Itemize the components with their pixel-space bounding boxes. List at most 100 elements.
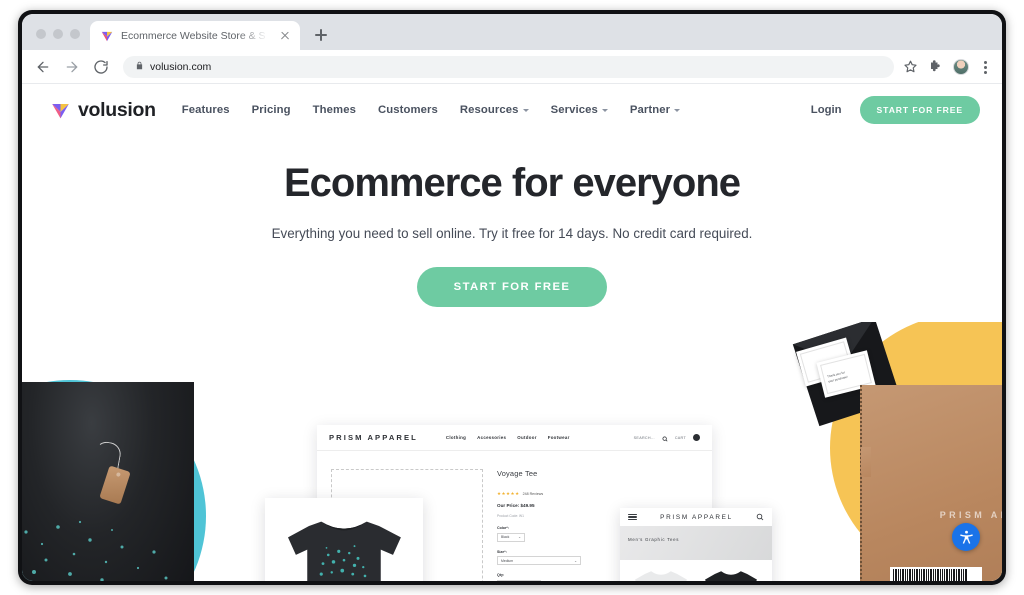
browser-window-frame: Ecommerce Website Store & S volusion.com bbox=[18, 10, 1006, 585]
white-tshirt-illustration bbox=[635, 571, 687, 581]
nav-item-services[interactable]: Services bbox=[551, 104, 608, 116]
volusion-favicon bbox=[100, 29, 114, 43]
tshirt-product-card bbox=[265, 498, 423, 581]
volusion-logo-text: volusion bbox=[78, 98, 156, 121]
back-arrow-icon[interactable] bbox=[30, 54, 56, 80]
hero-artwork: PRISM APPAREL Clothing Accessories Outdo… bbox=[22, 322, 1002, 581]
nav-item-features[interactable]: Features bbox=[182, 104, 230, 116]
kebab-menu-icon[interactable] bbox=[978, 59, 992, 75]
barcode bbox=[890, 567, 982, 581]
volusion-logo[interactable]: volusion bbox=[50, 99, 156, 122]
close-window-button[interactable] bbox=[36, 29, 46, 39]
address-bar-url: volusion.com bbox=[150, 60, 212, 73]
cardboard-shipping-box: PRISM APPARE bbox=[860, 385, 1002, 581]
mockup-qty-input[interactable]: −1 bbox=[497, 579, 541, 581]
new-tab-button[interactable] bbox=[308, 22, 334, 48]
cart-badge-icon bbox=[693, 434, 700, 441]
box-brand-text: PRISM APPARE bbox=[939, 510, 1002, 520]
toolbar-icons bbox=[903, 58, 994, 75]
nav-start-for-free-button[interactable]: START FOR FREE bbox=[859, 96, 980, 124]
lock-icon bbox=[135, 58, 144, 76]
login-link[interactable]: Login bbox=[811, 104, 842, 116]
mockup-nav-footwear[interactable]: Footwear bbox=[548, 435, 570, 440]
puzzle-icon[interactable] bbox=[928, 59, 944, 75]
mockup-product-rating: ★★★★★ 248 Reviews bbox=[497, 482, 698, 500]
close-tab-button[interactable] bbox=[278, 29, 292, 43]
mockup-color-value: Black bbox=[501, 535, 510, 539]
nav-label: Services bbox=[550, 104, 598, 116]
forward-arrow-icon[interactable] bbox=[59, 54, 85, 80]
chevron-down-icon bbox=[601, 108, 608, 112]
nav-label: Features bbox=[181, 104, 230, 116]
mockup-size-select[interactable]: Medium ⌄ bbox=[497, 556, 581, 565]
mobile-mockup-brand: PRISM APPAREL bbox=[660, 513, 733, 521]
accessibility-widget-button[interactable] bbox=[952, 523, 980, 551]
hero-section: Ecommerce for everyone Everything you ne… bbox=[22, 136, 1002, 307]
nav-label: Partner bbox=[629, 104, 671, 116]
address-bar[interactable]: volusion.com bbox=[123, 55, 894, 78]
black-tshirt-illustration bbox=[288, 521, 401, 581]
nav-item-pricing[interactable]: Pricing bbox=[252, 104, 291, 116]
nav-item-themes[interactable]: Themes bbox=[313, 104, 356, 116]
hamburger-menu-icon[interactable] bbox=[628, 513, 637, 521]
mobile-product-item[interactable]: Voyage $49 95 bbox=[699, 567, 763, 581]
black-tshirt-illustration-small bbox=[705, 571, 757, 581]
site-navigation: volusion Features Pricing Themes Custome… bbox=[22, 84, 1002, 136]
mockup-nav-accessories[interactable]: Accessories bbox=[477, 435, 506, 440]
reload-icon[interactable] bbox=[88, 54, 114, 80]
site-nav-links: Features Pricing Themes Customers Resour… bbox=[182, 104, 681, 116]
window-traffic-lights[interactable] bbox=[30, 29, 90, 50]
mobile-mockup-header: PRISM APPAREL bbox=[620, 508, 772, 526]
mobile-store-mockup: PRISM APPAREL Men's Graphic Tees bbox=[620, 508, 772, 581]
search-icon[interactable] bbox=[662, 429, 668, 447]
mockup-store-header-actions: SEARCH... CART bbox=[634, 429, 700, 447]
chevron-down-icon bbox=[522, 108, 529, 112]
nav-label: Customers bbox=[377, 104, 438, 116]
hero-headline: Ecommerce for everyone bbox=[283, 161, 741, 205]
mockup-cart-label[interactable]: CART bbox=[675, 436, 686, 440]
browser-window: Ecommerce Website Store & S volusion.com bbox=[22, 14, 1002, 581]
mockup-product-title: Voyage Tee bbox=[497, 469, 538, 478]
accessibility-icon bbox=[959, 530, 973, 544]
avatar-icon[interactable] bbox=[953, 58, 969, 75]
mobile-mockup-category: Men's Graphic Tees bbox=[628, 537, 680, 542]
mobile-product-item[interactable]: Commuter $49.95 $39.95 bbox=[629, 567, 693, 581]
nav-item-resources[interactable]: Resources bbox=[460, 104, 529, 116]
mobile-mockup-banner: Men's Graphic Tees bbox=[620, 526, 772, 560]
browser-toolbar: volusion.com bbox=[22, 50, 1002, 84]
mockup-review-count: 248 Reviews bbox=[522, 492, 544, 496]
chevron-down-icon: ⌄ bbox=[574, 558, 577, 563]
nav-label: Pricing bbox=[251, 104, 291, 116]
nav-item-partner[interactable]: Partner bbox=[629, 104, 681, 116]
mockup-store-nav: Clothing Accessories Outdoor Footwear bbox=[446, 435, 570, 440]
star-rating-icon: ★★★★★ bbox=[497, 491, 520, 496]
hero-start-for-free-button[interactable]: START FOR FREE bbox=[416, 267, 608, 307]
mockup-nav-clothing[interactable]: Clothing bbox=[446, 435, 466, 440]
screenshot-root: Ecommerce Website Store & S volusion.com bbox=[0, 0, 1024, 595]
search-icon[interactable] bbox=[756, 508, 764, 526]
website-viewport: volusion Features Pricing Themes Custome… bbox=[22, 84, 1002, 581]
mockup-nav-outdoor[interactable]: Outdoor bbox=[517, 435, 536, 440]
mobile-mockup-product-grid: Commuter $49.95 $39.95 bbox=[620, 560, 772, 581]
volusion-logo-icon bbox=[50, 100, 71, 121]
hero-subheadline: Everything you need to sell online. Try … bbox=[271, 226, 753, 241]
star-icon[interactable] bbox=[903, 59, 919, 75]
mockup-store-brand: PRISM APPAREL bbox=[329, 433, 418, 442]
nav-label: Resources bbox=[459, 104, 519, 116]
browser-tabstrip: Ecommerce Website Store & S bbox=[22, 14, 1002, 50]
maximize-window-button[interactable] bbox=[70, 29, 80, 39]
site-nav-actions: Login START FOR FREE bbox=[811, 96, 980, 124]
box-flap bbox=[861, 447, 871, 477]
chevron-down-icon bbox=[674, 108, 681, 112]
mockup-color-select[interactable]: Black ⌄ bbox=[497, 532, 525, 542]
mockup-search-label[interactable]: SEARCH... bbox=[634, 436, 655, 440]
mockup-store-header: PRISM APPAREL Clothing Accessories Outdo… bbox=[317, 425, 712, 451]
chevron-down-icon: ⌄ bbox=[518, 535, 521, 539]
nav-label: Themes bbox=[312, 104, 356, 116]
browser-tab[interactable]: Ecommerce Website Store & S bbox=[90, 21, 300, 50]
minimize-window-button[interactable] bbox=[53, 29, 63, 39]
browser-tab-title: Ecommerce Website Store & S bbox=[121, 29, 266, 42]
folded-tshirt-photo bbox=[22, 382, 194, 581]
nav-item-customers[interactable]: Customers bbox=[378, 104, 438, 116]
mockup-size-value: Medium bbox=[501, 558, 514, 563]
